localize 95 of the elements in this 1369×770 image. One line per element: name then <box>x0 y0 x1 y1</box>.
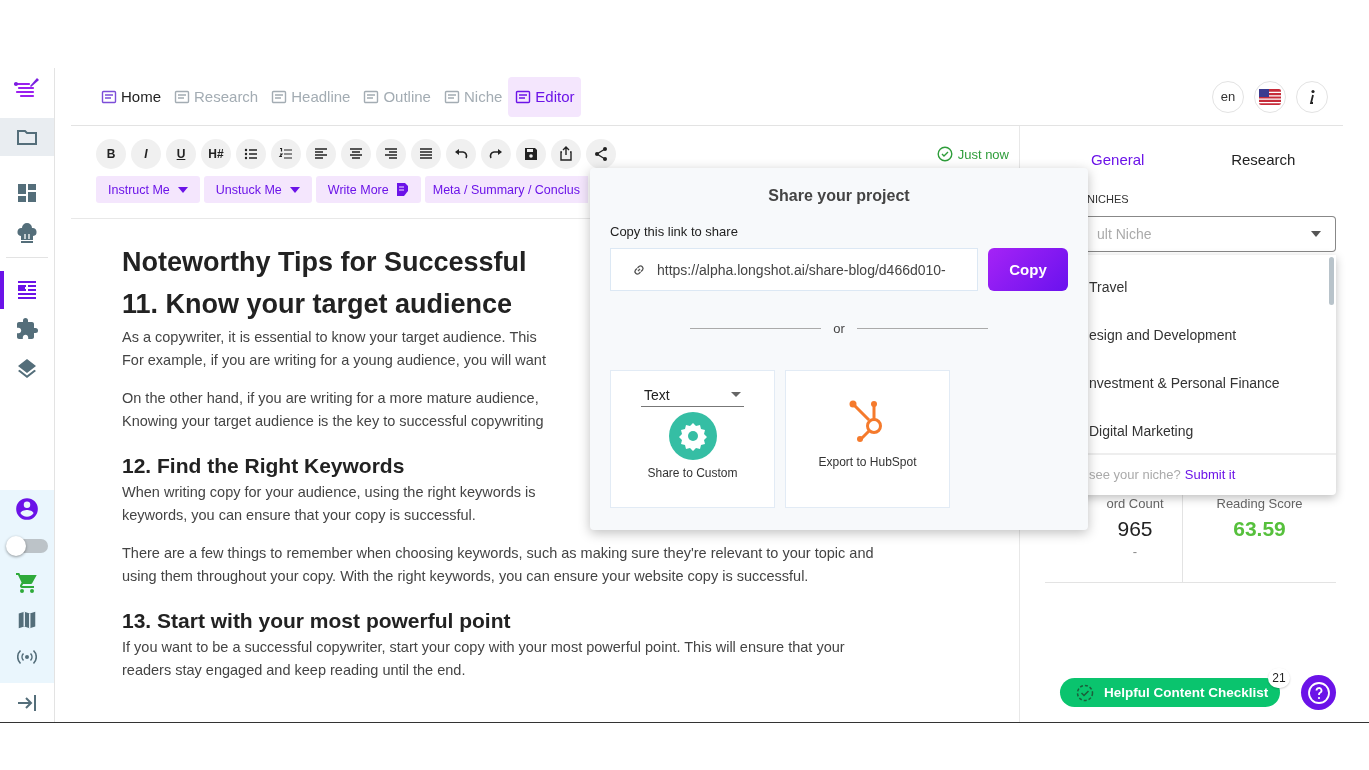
niche-option[interactable]: esign and Development <box>1089 311 1336 359</box>
paragraph-line: For example, if you are writing for a young audience, you will want <box>122 351 546 370</box>
stat-label: Reading Score <box>1216 496 1303 512</box>
numbered-list-icon <box>278 146 294 162</box>
align-center-icon <box>348 146 364 162</box>
stat-value: 965 <box>1117 516 1153 542</box>
popup-title: Share your project <box>767 186 911 206</box>
toolbar-button[interactable] <box>516 139 546 169</box>
footer-text: see your niche? <box>1089 466 1181 482</box>
section-heading: 12. Find the Right Keywords <box>122 453 405 479</box>
help-icon <box>1306 680 1331 705</box>
gear-icon <box>668 412 717 460</box>
share-custom-card[interactable]: Text Share to Custom <box>610 370 775 508</box>
paragraph-line: On the other hand, if you are writing for a more mature audience, <box>122 389 539 408</box>
caret-icon <box>731 392 741 397</box>
info-button[interactable] <box>1296 80 1328 113</box>
panel-tab[interactable]: Research <box>1190 146 1336 174</box>
card-label: Export to HubSpot <box>818 455 917 469</box>
align-justify-icon <box>418 146 434 162</box>
document-title: Noteworthy Tips for Successful <box>122 246 527 279</box>
niche-option[interactable]: nvestment & Personal Finance <box>1089 359 1336 407</box>
action-button[interactable]: Write More <box>315 176 421 203</box>
format-button[interactable]: U <box>166 139 196 169</box>
cart-icon[interactable] <box>15 570 39 595</box>
chef-hat-icon <box>15 221 39 245</box>
flag-button[interactable] <box>1254 80 1286 113</box>
document-edit-icon <box>396 182 409 197</box>
caret-icon <box>289 186 300 193</box>
format-select[interactable]: Text <box>641 383 744 407</box>
paragraph-line: If you want to be a successful copywriter, start your copy with your most powerful point. This will ensure that your <box>122 638 845 657</box>
language-button[interactable]: en <box>1212 80 1244 113</box>
share-icon <box>593 146 609 162</box>
panel-tab[interactable]: General <box>1045 146 1191 174</box>
toolbar-button[interactable] <box>551 139 581 169</box>
upload-icon <box>558 146 574 162</box>
action-button[interactable]: Unstuck Me <box>203 176 312 203</box>
bullet-list-icon <box>243 146 259 162</box>
toolbar-button[interactable] <box>411 139 441 169</box>
user-account-icon[interactable] <box>14 495 40 522</box>
caret-icon <box>177 186 188 193</box>
us-flag-icon <box>1259 88 1281 105</box>
check-circle-icon <box>936 146 953 162</box>
paragraph-line: keywords, you can ensure that your copy is successful. <box>122 506 476 525</box>
collapse-sidebar-icon[interactable] <box>16 692 38 713</box>
count-badge: 21 <box>1268 668 1290 688</box>
scrollbar-thumb[interactable] <box>1329 257 1334 305</box>
paragraph-line: Knowing your target audience is the key to successful copywriting <box>122 412 544 431</box>
paragraph-line: When writing copy for your audience, using the right keywords is <box>122 483 536 502</box>
card-label: Share to Custom <box>647 466 738 480</box>
format-button[interactable]: I <box>131 139 161 169</box>
broadcast-icon[interactable] <box>17 648 37 665</box>
document-lines-icon <box>15 278 39 302</box>
paragraph-line: There are a few things to remember when choosing keywords, such as making sure they're relevant to your topic and <box>122 544 874 563</box>
submit-link[interactable]: Submit it <box>1184 466 1236 482</box>
action-button[interactable]: Meta / Summary / Conclus <box>424 176 588 203</box>
sidebar-item[interactable] <box>0 118 54 156</box>
link-label: Copy this link to share <box>610 224 739 240</box>
niche-option[interactable]: Travel <box>1089 263 1336 311</box>
toggle-switch[interactable] <box>6 535 48 556</box>
action-button[interactable]: Instruct Me <box>96 176 200 203</box>
help-button[interactable] <box>1301 675 1336 710</box>
align-left-icon <box>313 146 329 162</box>
section-heading: 11. Know your target audience <box>122 288 513 321</box>
save-icon <box>523 146 539 162</box>
toolbar-button[interactable] <box>446 139 476 169</box>
paragraph-line: As a copywriter, it is essential to know your target audience. This <box>122 328 537 347</box>
puzzle-icon <box>15 317 39 341</box>
stat-value: 63.59 <box>1233 516 1286 542</box>
toolbar-button[interactable] <box>586 139 616 169</box>
divider-text: or <box>833 321 845 336</box>
copy-button[interactable]: Copy <box>988 248 1068 291</box>
paragraph-line: readers stay engaged and keep reading until the end. <box>122 661 466 680</box>
toolbar-button[interactable] <box>481 139 511 169</box>
dashed-check-circle-icon <box>1076 683 1094 702</box>
info-icon <box>1308 88 1316 105</box>
stat-label: ord Count <box>1106 496 1164 512</box>
paragraph-line: using them throughout your copy. With the right keywords, you can ensure your website copy is successful. <box>122 567 809 586</box>
toolbar-button[interactable] <box>236 139 266 169</box>
format-button[interactable]: H# <box>201 139 231 169</box>
nav-tab[interactable]: Editor <box>508 76 581 117</box>
hubspot-export-card[interactable]: Export to HubSpot <box>785 370 950 508</box>
share-link-field[interactable]: https://alpha.longshot.ai/share-blog/d466d010- <box>610 248 978 291</box>
section-heading: 13. Start with your most powerful point <box>122 608 511 634</box>
caret-icon <box>1311 231 1321 237</box>
nav-tab[interactable]: Home <box>94 76 167 117</box>
niches-label: NICHES <box>1087 192 1130 206</box>
align-right-icon <box>383 146 399 162</box>
toolbar-button[interactable] <box>341 139 371 169</box>
dashboard-icon <box>15 181 39 205</box>
toolbar-button[interactable] <box>306 139 336 169</box>
stat-note: - <box>1132 544 1138 559</box>
niche-option[interactable]: Digital Marketing <box>1089 407 1336 455</box>
save-status: Just now <box>957 146 1009 162</box>
format-button[interactable]: B <box>96 139 126 169</box>
toolbar-button[interactable] <box>376 139 406 169</box>
